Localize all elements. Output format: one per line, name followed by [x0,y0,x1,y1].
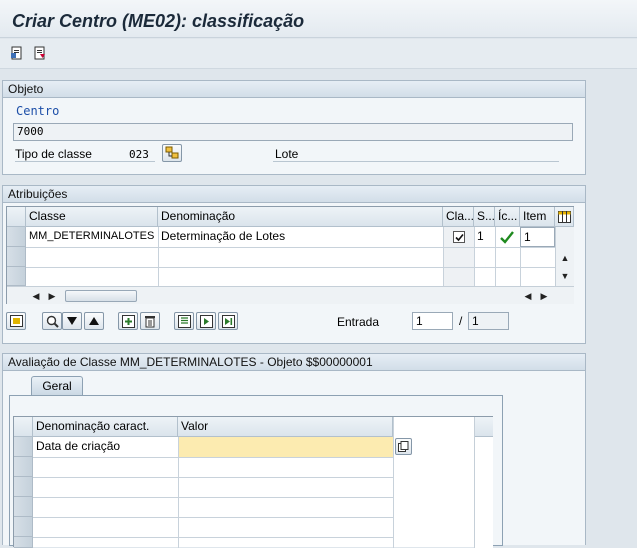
application-toolbar [0,39,637,69]
page-first-icon [177,314,191,328]
move-down-button[interactable] [62,312,82,330]
row-selector[interactable] [7,267,26,286]
scroll-header [475,417,493,437]
insert-row-icon [121,314,135,328]
row-selector[interactable] [7,247,26,267]
centro-field[interactable]: 7000 [13,123,573,141]
delete-row-button[interactable] [140,312,160,330]
scroll-down-icon[interactable]: ▼ [556,267,574,285]
window-title: Criar Centro (ME02): classificação [12,11,305,31]
row-selector[interactable] [14,497,33,517]
cell-s[interactable]: 1 [474,227,495,247]
details-icon [9,315,23,327]
scroll-right-icon[interactable]: ▶ [43,287,61,305]
details-button[interactable] [6,312,26,330]
cell-item[interactable]: 1 [520,227,555,247]
objeto-header: Objeto [3,81,585,98]
entrada-total: 1 [468,312,509,330]
save-document-icon[interactable] [32,45,48,61]
avaliacao-header: Avaliação de Classe MM_DETERMINALOTES - … [3,354,585,371]
atribuicoes-table: Classe Denominação Cla... S... Íc... Ite… [6,206,574,304]
divider [273,161,559,162]
row-selector[interactable] [14,437,33,457]
tab-geral[interactable]: Geral [31,376,83,396]
value-help-button[interactable] [395,438,412,455]
tipo-classe-value: 023 [129,148,149,161]
col-header-cla[interactable]: Cla... [443,207,474,227]
col-header-ic[interactable]: Íc... [495,207,520,227]
entrada-input[interactable]: 1 [412,312,453,330]
vertical-scrollbar[interactable]: ▲ ▼ [555,227,574,286]
find-button[interactable] [42,312,62,330]
tipo-classe-desc: Lote [275,147,299,161]
atribuicoes-header: Atribuições [3,186,585,203]
scroll-thumb[interactable] [65,290,137,302]
centro-label: Centro [16,104,60,118]
col-header-denominacao-caract[interactable]: Denominação caract. [33,417,178,437]
col-header-denominacao[interactable]: Denominação [158,207,443,227]
horizontal-scrollbar[interactable]: ◀ ▶ ◀ ▶ [7,286,574,304]
value-help-icon [398,441,409,452]
select-all-cell[interactable] [7,207,26,227]
page-last-icon [221,314,235,328]
search-icon [46,315,59,328]
trash-icon [145,315,155,327]
cell-denominacao[interactable]: Determinação de Lotes [158,227,443,247]
checkmark-icon [454,233,464,241]
vertical-scrollbar[interactable] [474,417,493,548]
triangle-up-icon [89,317,99,325]
cla-checkbox[interactable] [453,231,465,243]
avaliacao-panel: Avaliação de Classe MM_DETERMINALOTES - … [2,353,586,548]
select-all-cell[interactable] [14,417,33,437]
class-type-button[interactable] [162,144,182,162]
scroll-right-icon[interactable]: ▶ [535,287,553,305]
tipo-classe-label: Tipo de classe [15,147,92,161]
insert-row-button[interactable] [118,312,138,330]
table-settings-button[interactable] [555,207,574,227]
col-header-valor[interactable]: Valor [178,417,393,437]
col-header-s[interactable]: S... [474,207,495,227]
row-selector[interactable] [7,227,26,247]
next-page-button[interactable] [196,312,216,330]
row-selector[interactable] [14,517,33,537]
move-up-button[interactable] [84,312,104,330]
atribuicoes-panel: Atribuições Classe Denominação Cla... S.… [2,185,586,344]
row-selector[interactable] [14,457,33,477]
hierarchy-icon [165,146,179,159]
col-header-item[interactable]: Item [520,207,555,227]
divider [15,161,155,162]
valor-input[interactable] [179,437,393,457]
col-header-classe[interactable]: Classe [26,207,158,227]
check-icon [499,230,515,244]
document-icon[interactable] [9,45,25,61]
characteristics-table: Denominação caract. Valor Data de criaçã… [13,416,493,548]
last-page-button[interactable] [218,312,238,330]
tab-content: Denominação caract. Valor Data de criaçã… [9,395,503,548]
row-selector[interactable] [14,537,33,548]
cell-denominacao-caract: Data de criação [36,439,121,453]
row-selector[interactable] [14,477,33,497]
objeto-panel: Objeto Centro 7000 Tipo de classe 023 Lo… [2,80,586,175]
entrada-label: Entrada [337,315,380,329]
page-next-icon [199,314,213,328]
cell-classe[interactable]: MM_DETERMINALOTES [26,227,158,247]
title-bar: Criar Centro (ME02): classificação [0,0,637,38]
triangle-down-icon [67,317,77,325]
entrada-separator: / [459,314,463,328]
first-page-button[interactable] [174,312,194,330]
scroll-up-icon[interactable]: ▲ [556,249,574,267]
table-settings-icon [557,210,571,223]
